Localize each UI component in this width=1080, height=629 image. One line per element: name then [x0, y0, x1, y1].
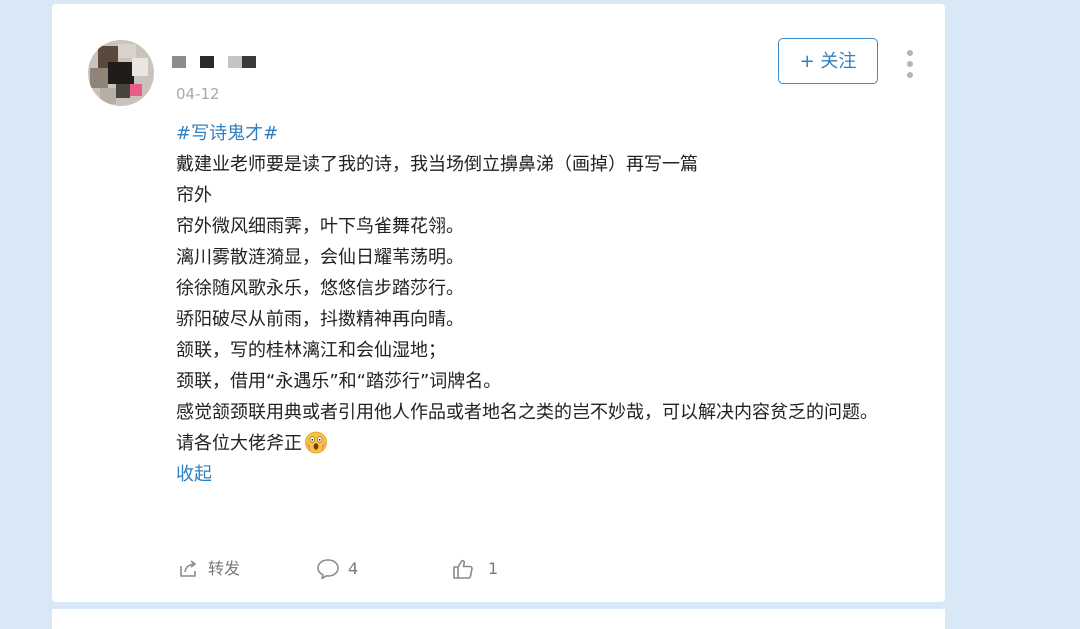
- avatar[interactable]: [88, 40, 154, 106]
- follow-button[interactable]: + 关注: [778, 38, 878, 84]
- like-count: 1: [488, 558, 499, 578]
- post-text-line: 漓川雾散涟漪显，会仙日耀苇荡明。: [176, 247, 464, 268]
- post-text-line: 颔联，写的桂林漓江和会仙湿地；: [176, 340, 446, 361]
- repost-icon: [180, 559, 196, 577]
- more-options-icon[interactable]: [902, 50, 918, 78]
- post-card: 04-12 + 关注 #写诗鬼才# 戴建业老师要是读了我的诗，我当场倒立擤鼻涕（…: [52, 4, 945, 602]
- post-text-line: 请各位大佬斧正: [176, 433, 302, 454]
- repost-button[interactable]: 转发: [178, 555, 240, 581]
- post-text-line: 感觉颔颈联用典或者引用他人作品或者地名之类的岂不妙哉，可以解决内容贫乏的问题。: [176, 402, 878, 423]
- hashtag-link[interactable]: #写诗鬼才#: [176, 123, 278, 144]
- post-text-line: 帘外微风细雨霁，叶下鸟雀舞花翎。: [176, 216, 464, 237]
- post-date: 04-12: [176, 85, 220, 103]
- collapse-link[interactable]: 收起: [176, 464, 212, 485]
- post-text-line: 骄阳破尽从前雨，抖擞精神再向晴。: [176, 309, 464, 330]
- post-text-line: 徐徐随风歌永乐，悠悠信步踏莎行。: [176, 278, 464, 299]
- comment-icon: [317, 558, 339, 579]
- post-text-line: 戴建业老师要是读了我的诗，我当场倒立擤鼻涕（画掉）再写一篇: [176, 154, 698, 175]
- screaming-face-emoji-icon: [305, 431, 327, 454]
- comment-button[interactable]: 4: [316, 555, 358, 581]
- like-button[interactable]: 1: [452, 555, 498, 581]
- post-content: #写诗鬼才# 戴建业老师要是读了我的诗，我当场倒立擤鼻涕（画掉）再写一篇 帘外 …: [176, 118, 936, 490]
- next-card-edge: [52, 609, 945, 629]
- post-text-line: 帘外: [176, 185, 212, 206]
- repost-label: 转发: [208, 558, 241, 578]
- comment-count: 4: [348, 558, 359, 578]
- post-text-line: 颈联，借用“永遇乐”和“踏莎行”词牌名。: [176, 371, 502, 392]
- thumbs-up-icon: [453, 559, 473, 579]
